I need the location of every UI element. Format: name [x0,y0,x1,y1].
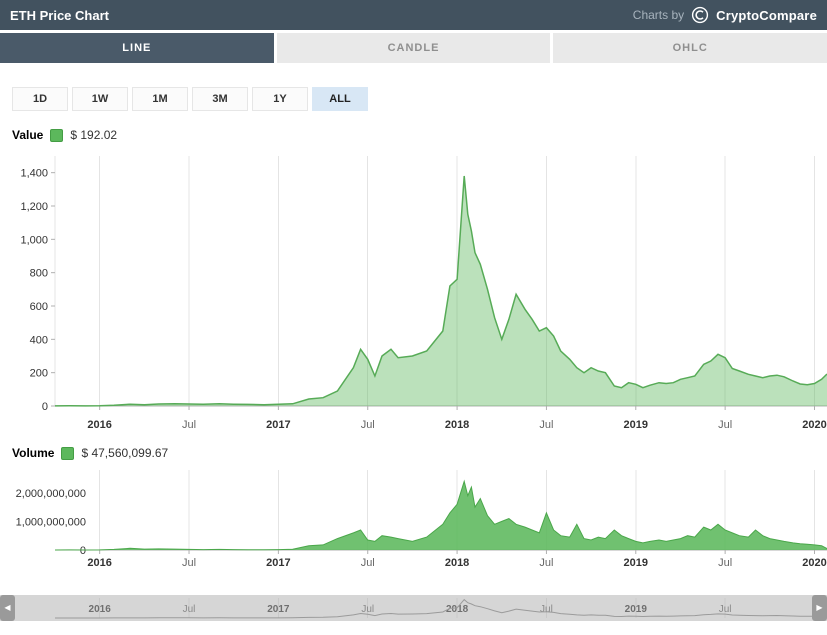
range-1d-button[interactable]: 1D [12,87,68,111]
svg-text:2018: 2018 [445,557,469,569]
svg-text:1,000,000,000: 1,000,000,000 [16,516,86,528]
svg-text:2016: 2016 [89,604,112,615]
svg-text:1,400: 1,400 [20,168,48,180]
svg-text:800: 800 [30,268,48,280]
navigator-scrollbar[interactable]: 2016 Jul 2017 Jul 2018 Jul 2019 Jul ◀ ▶ [0,595,827,621]
svg-text:Jul: Jul [182,557,196,569]
range-1m-button[interactable]: 1M [132,87,188,111]
range-3m-button[interactable]: 3M [192,87,248,111]
brand-name: CryptoCompare [716,7,817,23]
svg-text:2017: 2017 [266,419,290,431]
cryptocompare-logo-icon [691,6,709,24]
charts-by-label: Charts by [632,8,685,22]
brand-area[interactable]: Charts by CryptoCompare [633,6,817,24]
volume-legend-swatch-icon [61,446,75,460]
svg-text:1,000: 1,000 [20,234,48,246]
chart-type-tabs: LINE CANDLE OHLC [0,33,827,63]
range-1y-button[interactable]: 1Y [252,87,308,111]
navigator-left-arrow[interactable]: ◀ [0,595,15,621]
svg-text:Jul: Jul [182,419,196,431]
eth-price-chart-widget: ETH Price Chart Charts by CryptoCompare … [0,0,827,635]
value-legend: Value $ 192.02 [12,126,827,144]
svg-text:2018: 2018 [445,419,469,431]
svg-text:2,000,000,000: 2,000,000,000 [16,488,86,500]
svg-text:2018: 2018 [446,604,469,615]
value-current-price: $ 192.02 [70,128,118,142]
svg-text:2019: 2019 [624,419,648,431]
svg-text:200: 200 [30,368,48,380]
tab-line[interactable]: LINE [0,33,274,63]
volume-chart[interactable]: 2016 Jul 2017 Jul 2018 Jul 2019 Jul 2020 0 1,000,0… [0,462,827,574]
value-chart[interactable]: 2016 Jul 2017 Jul 2018 Jul 2019 Jul 2020 0 200 400 6… [0,144,827,436]
volume-current-value: $ 47,560,099.67 [81,446,169,460]
svg-text:Jul: Jul [718,557,732,569]
svg-text:2017: 2017 [267,604,290,615]
value-legend-swatch-icon [50,128,64,142]
svg-text:2020: 2020 [802,419,826,431]
svg-text:2020: 2020 [802,557,826,569]
svg-text:Jul: Jul [183,604,196,615]
range-1w-button[interactable]: 1W [72,87,128,111]
svg-text:Jul: Jul [718,419,732,431]
navigator-right-arrow[interactable]: ▶ [812,595,827,621]
svg-text:600: 600 [30,301,48,313]
svg-text:Jul: Jul [539,419,553,431]
range-all-button[interactable]: ALL [312,87,368,111]
svg-text:2016: 2016 [87,419,111,431]
page-title: ETH Price Chart [10,7,109,23]
svg-text:Jul: Jul [540,604,553,615]
volume-legend: Volume $ 47,560,099.67 [12,444,827,462]
svg-text:0: 0 [80,545,86,557]
volume-label: Volume [12,446,55,460]
header: ETH Price Chart Charts by CryptoCompare [0,0,827,30]
svg-text:Jul: Jul [539,557,553,569]
time-range-buttons: 1D 1W 1M 3M 1Y ALL [12,87,827,111]
svg-text:2019: 2019 [624,557,648,569]
svg-text:400: 400 [30,334,48,346]
tab-ohlc[interactable]: OHLC [553,33,827,63]
svg-text:Jul: Jul [361,557,375,569]
svg-text:2017: 2017 [266,557,290,569]
tab-candle[interactable]: CANDLE [276,33,551,63]
svg-text:Jul: Jul [361,419,375,431]
svg-text:Jul: Jul [719,604,732,615]
value-label: Value [12,128,44,142]
navigator-chart[interactable]: 2016 Jul 2017 Jul 2018 Jul 2019 Jul [0,595,827,621]
svg-text:1,200: 1,200 [20,201,48,213]
svg-text:2019: 2019 [625,604,648,615]
svg-text:2016: 2016 [87,557,111,569]
svg-text:0: 0 [42,401,48,413]
